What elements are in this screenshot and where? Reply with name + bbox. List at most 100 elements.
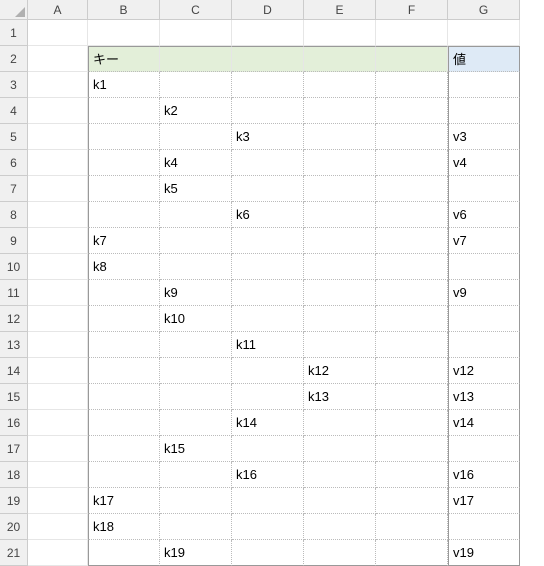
cell-C19[interactable] xyxy=(160,488,232,514)
cell-E15[interactable]: k13 xyxy=(304,384,376,410)
row-header-9[interactable]: 9 xyxy=(0,228,28,254)
cell-F19[interactable] xyxy=(376,488,448,514)
spreadsheet-grid[interactable]: ABCDEFG12キー値3k14k25k3v36k4v47k58k6v69k7v… xyxy=(0,0,544,566)
cell-A8[interactable] xyxy=(28,202,88,228)
cell-A9[interactable] xyxy=(28,228,88,254)
cell-G12[interactable] xyxy=(448,306,520,332)
row-header-7[interactable]: 7 xyxy=(0,176,28,202)
row-header-5[interactable]: 5 xyxy=(0,124,28,150)
cell-A13[interactable] xyxy=(28,332,88,358)
row-header-3[interactable]: 3 xyxy=(0,72,28,98)
cell-B20[interactable]: k18 xyxy=(88,514,160,540)
cell-A1[interactable] xyxy=(28,20,88,46)
cell-C9[interactable] xyxy=(160,228,232,254)
cell-C13[interactable] xyxy=(160,332,232,358)
cell-G13[interactable] xyxy=(448,332,520,358)
row-header-15[interactable]: 15 xyxy=(0,384,28,410)
cell-F21[interactable] xyxy=(376,540,448,566)
cell-A12[interactable] xyxy=(28,306,88,332)
cell-G7[interactable] xyxy=(448,176,520,202)
cell-D10[interactable] xyxy=(232,254,304,280)
cell-G3[interactable] xyxy=(448,72,520,98)
cell-B11[interactable] xyxy=(88,280,160,306)
cell-E21[interactable] xyxy=(304,540,376,566)
cell-C4[interactable]: k2 xyxy=(160,98,232,124)
cell-F4[interactable] xyxy=(376,98,448,124)
cell-G10[interactable] xyxy=(448,254,520,280)
cell-C17[interactable]: k15 xyxy=(160,436,232,462)
cell-F1[interactable] xyxy=(376,20,448,46)
cell-G16[interactable]: v14 xyxy=(448,410,520,436)
col-header-F[interactable]: F xyxy=(376,0,448,20)
cell-B3[interactable]: k1 xyxy=(88,72,160,98)
cell-F8[interactable] xyxy=(376,202,448,228)
cell-G19[interactable]: v17 xyxy=(448,488,520,514)
cell-E16[interactable] xyxy=(304,410,376,436)
cell-D20[interactable] xyxy=(232,514,304,540)
cell-B1[interactable] xyxy=(88,20,160,46)
row-header-4[interactable]: 4 xyxy=(0,98,28,124)
cell-A14[interactable] xyxy=(28,358,88,384)
header-value[interactable]: 値 xyxy=(448,46,520,72)
cell-D5[interactable]: k3 xyxy=(232,124,304,150)
cell-F2[interactable] xyxy=(376,46,448,72)
cell-D16[interactable]: k14 xyxy=(232,410,304,436)
cell-G17[interactable] xyxy=(448,436,520,462)
cell-E6[interactable] xyxy=(304,150,376,176)
row-header-10[interactable]: 10 xyxy=(0,254,28,280)
cell-B19[interactable]: k17 xyxy=(88,488,160,514)
cell-D1[interactable] xyxy=(232,20,304,46)
cell-B13[interactable] xyxy=(88,332,160,358)
cell-G6[interactable]: v4 xyxy=(448,150,520,176)
cell-C1[interactable] xyxy=(160,20,232,46)
cell-F10[interactable] xyxy=(376,254,448,280)
cell-A7[interactable] xyxy=(28,176,88,202)
row-header-16[interactable]: 16 xyxy=(0,410,28,436)
cell-B14[interactable] xyxy=(88,358,160,384)
cell-G9[interactable]: v7 xyxy=(448,228,520,254)
cell-A11[interactable] xyxy=(28,280,88,306)
cell-A20[interactable] xyxy=(28,514,88,540)
cell-B18[interactable] xyxy=(88,462,160,488)
cell-E1[interactable] xyxy=(304,20,376,46)
cell-B7[interactable] xyxy=(88,176,160,202)
cell-A21[interactable] xyxy=(28,540,88,566)
cell-E20[interactable] xyxy=(304,514,376,540)
cell-C21[interactable]: k19 xyxy=(160,540,232,566)
cell-E7[interactable] xyxy=(304,176,376,202)
cell-D3[interactable] xyxy=(232,72,304,98)
cell-G8[interactable]: v6 xyxy=(448,202,520,228)
cell-B21[interactable] xyxy=(88,540,160,566)
cell-D17[interactable] xyxy=(232,436,304,462)
row-header-17[interactable]: 17 xyxy=(0,436,28,462)
cell-F16[interactable] xyxy=(376,410,448,436)
cell-G14[interactable]: v12 xyxy=(448,358,520,384)
col-header-G[interactable]: G xyxy=(448,0,520,20)
row-header-11[interactable]: 11 xyxy=(0,280,28,306)
cell-C16[interactable] xyxy=(160,410,232,436)
cell-A10[interactable] xyxy=(28,254,88,280)
row-header-12[interactable]: 12 xyxy=(0,306,28,332)
row-header-6[interactable]: 6 xyxy=(0,150,28,176)
cell-E11[interactable] xyxy=(304,280,376,306)
cell-D15[interactable] xyxy=(232,384,304,410)
cell-F9[interactable] xyxy=(376,228,448,254)
cell-A15[interactable] xyxy=(28,384,88,410)
cell-D9[interactable] xyxy=(232,228,304,254)
cell-B4[interactable] xyxy=(88,98,160,124)
cell-E5[interactable] xyxy=(304,124,376,150)
header-key[interactable]: キー xyxy=(88,46,160,72)
cell-E10[interactable] xyxy=(304,254,376,280)
col-header-D[interactable]: D xyxy=(232,0,304,20)
cell-B8[interactable] xyxy=(88,202,160,228)
col-header-E[interactable]: E xyxy=(304,0,376,20)
cell-F11[interactable] xyxy=(376,280,448,306)
cell-C12[interactable]: k10 xyxy=(160,306,232,332)
row-header-18[interactable]: 18 xyxy=(0,462,28,488)
cell-G11[interactable]: v9 xyxy=(448,280,520,306)
row-header-21[interactable]: 21 xyxy=(0,540,28,566)
cell-G18[interactable]: v16 xyxy=(448,462,520,488)
cell-E18[interactable] xyxy=(304,462,376,488)
cell-E17[interactable] xyxy=(304,436,376,462)
cell-B17[interactable] xyxy=(88,436,160,462)
